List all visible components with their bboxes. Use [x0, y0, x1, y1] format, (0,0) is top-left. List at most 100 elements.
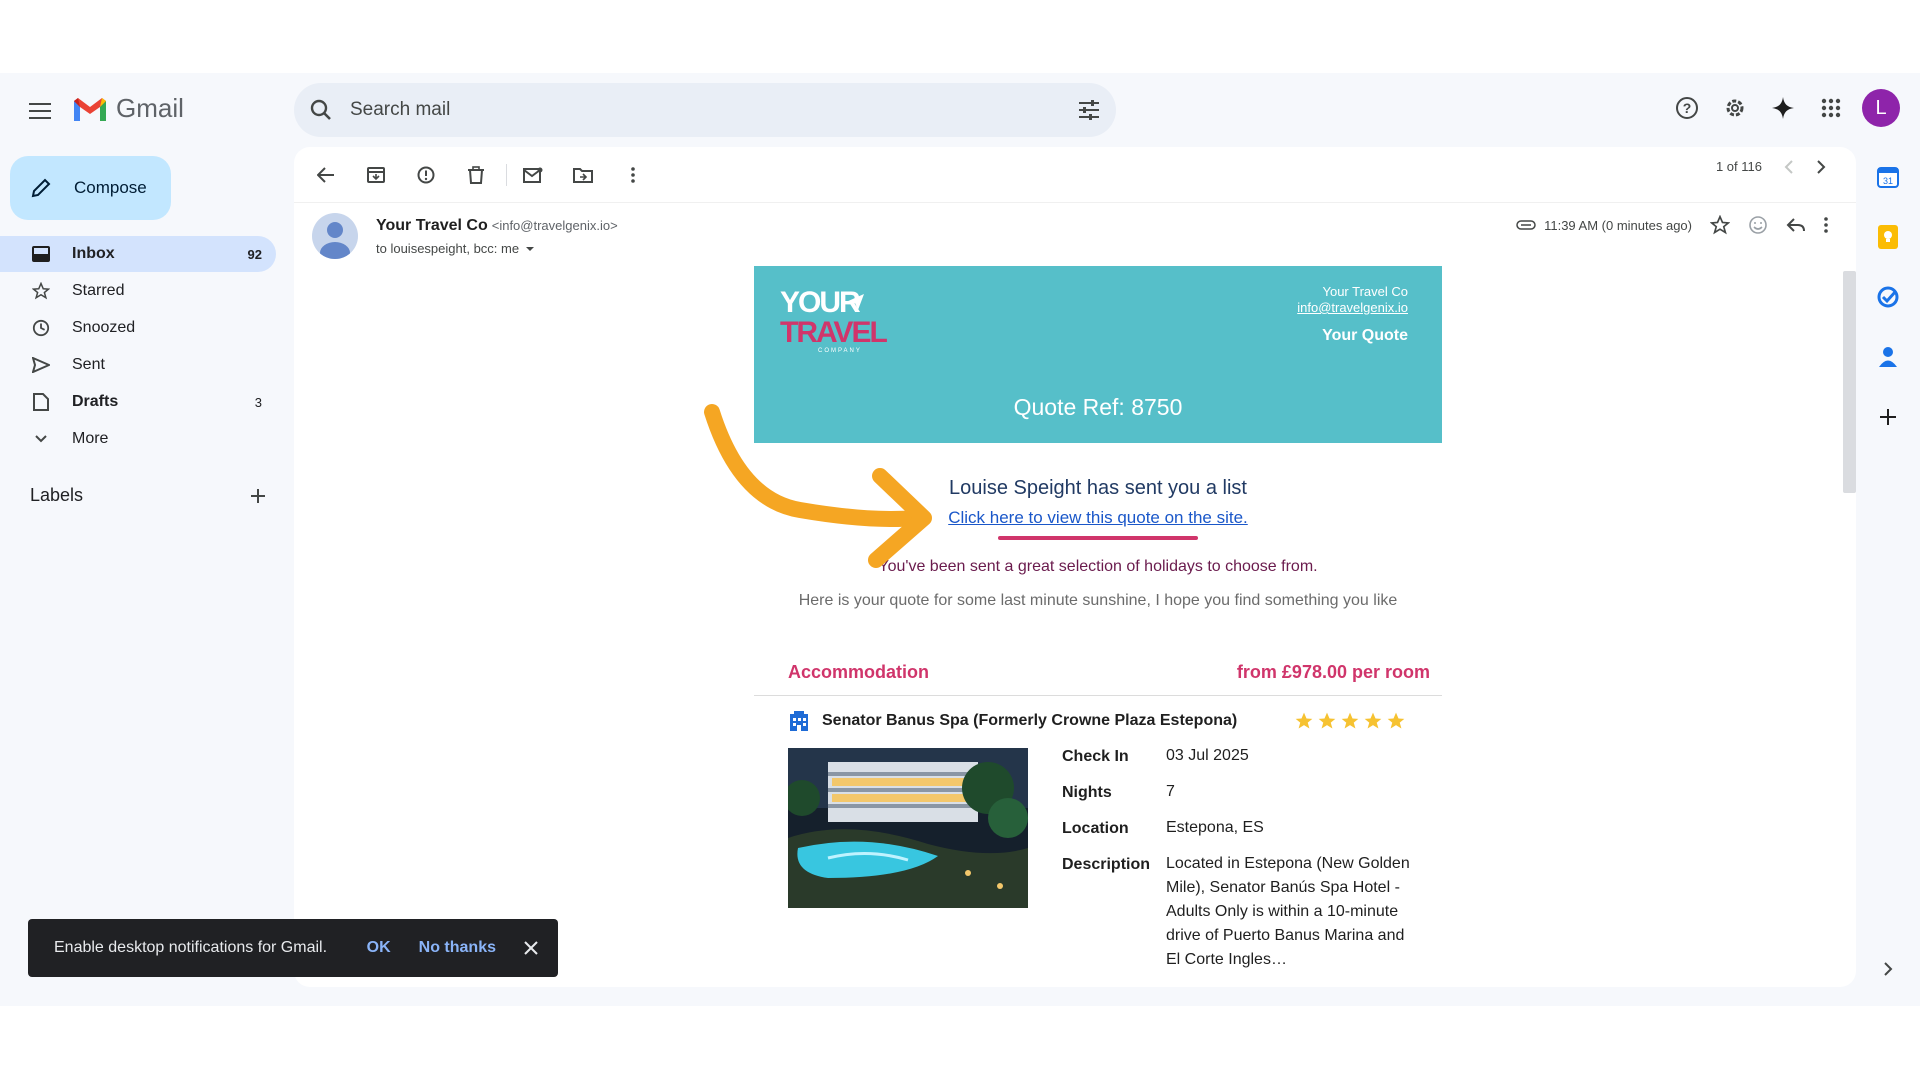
trash-icon: [468, 165, 484, 184]
message-scrollbar[interactable]: [1843, 271, 1856, 493]
gmail-logo[interactable]: Gmail: [72, 93, 184, 124]
get-addons-button[interactable]: [1874, 403, 1902, 431]
star-filled-icon: [1295, 712, 1313, 729]
sender-avatar[interactable]: [312, 213, 358, 259]
hotel-title-row: Senator Banus Spa (Formerly Crowne Plaza…: [754, 710, 1442, 732]
emoji-icon[interactable]: [1748, 215, 1768, 235]
recipients[interactable]: to louisespeight, bcc: me: [376, 241, 535, 256]
compose-button[interactable]: Compose: [10, 156, 171, 220]
expand-panel-button[interactable]: [1874, 955, 1902, 983]
sidebar-item-snoozed[interactable]: Snoozed: [0, 310, 276, 346]
move-to-button[interactable]: [563, 155, 603, 195]
quote-reference: Quote Ref: 8750: [1013, 394, 1183, 420]
chevron-left-icon[interactable]: [1784, 159, 1794, 174]
toast-ok-button[interactable]: OK: [367, 939, 391, 957]
chevron-right-icon: [1884, 962, 1893, 976]
divider: [754, 695, 1442, 696]
gemini-button[interactable]: [1766, 91, 1800, 125]
chevron-right-icon[interactable]: [1816, 159, 1826, 174]
more-actions-button[interactable]: [613, 155, 653, 195]
apps-grid-icon: [1821, 98, 1841, 118]
plus-icon[interactable]: [250, 488, 266, 504]
intro-note: Here is your quote for some last minute …: [798, 592, 1398, 609]
contacts-app-button[interactable]: [1874, 343, 1902, 371]
apps-button[interactable]: [1814, 91, 1848, 125]
star-filled-icon: [1318, 712, 1336, 729]
star-filled-icon: [1364, 712, 1382, 729]
hotel-details: Check In 03 Jul 2025 Nights 7 Location E…: [754, 747, 1442, 987]
company-email-link[interactable]: info@travelgenix.io: [1297, 300, 1408, 316]
email-body: YOUR TRAVEL COMPANY Your Travel Co info@…: [754, 266, 1442, 987]
pager-text: 1 of 116: [1715, 159, 1762, 174]
gmail-app: Gmail Search mail ? L Compose Inbox 92 S…: [0, 73, 1920, 1006]
search-icon[interactable]: [310, 99, 332, 121]
back-button[interactable]: [306, 155, 346, 195]
hamburger-menu-icon: [29, 103, 51, 119]
hotel-name: Senator Banus Spa (Formerly Crowne Plaza…: [822, 712, 1238, 729]
message-meta: 11:39 AM (0 minutes ago): [1516, 215, 1828, 235]
view-quote-link[interactable]: Click here to view this quote on the sit…: [948, 508, 1248, 528]
star-outline-icon[interactable]: [1710, 215, 1730, 235]
sidebar-item-sent[interactable]: Sent: [0, 347, 276, 383]
fact-check-in: Check In 03 Jul 2025: [1062, 747, 1249, 765]
hotel-pool-image: [788, 748, 1028, 908]
toast-message: Enable desktop notifications for Gmail.: [54, 939, 328, 956]
message-pane: 1 of 116 Your Travel Co <info@travelgenix…: [294, 147, 1856, 987]
mark-unread-button[interactable]: [513, 155, 553, 195]
tasks-icon: [1877, 286, 1899, 308]
side-panel: 31: [1856, 147, 1920, 987]
accommodation-title: Accommodation: [788, 662, 930, 682]
delete-button[interactable]: [456, 155, 496, 195]
calendar-app-button[interactable]: 31: [1874, 163, 1902, 191]
sidebar-item-label: Drafts: [72, 393, 119, 410]
labels-title: Labels: [30, 485, 84, 505]
person-icon: [320, 222, 350, 259]
toolbar-divider: [506, 163, 507, 186]
hotel-facts: Check In 03 Jul 2025 Nights 7 Location E…: [1062, 747, 1422, 987]
search-input[interactable]: Search mail: [350, 99, 1078, 121]
account-avatar[interactable]: L: [1862, 89, 1900, 127]
archive-button[interactable]: [356, 155, 396, 195]
sparkle-icon: [1772, 97, 1794, 119]
sidebar-item-drafts[interactable]: Drafts 3: [0, 384, 276, 420]
svg-text:?: ?: [1683, 100, 1692, 116]
sidebar-item-label: Snoozed: [72, 319, 136, 336]
labels-section: Labels: [30, 485, 266, 506]
file-icon: [33, 393, 49, 411]
hotel-rating: [1294, 711, 1406, 731]
quote-label: Your Quote: [1322, 327, 1408, 344]
report-spam-button[interactable]: [406, 155, 446, 195]
support-button[interactable]: ?: [1670, 91, 1704, 125]
star-filled-icon: [1387, 712, 1405, 729]
sidebar-item-inbox[interactable]: Inbox 92: [0, 236, 276, 272]
quote-banner: YOUR TRAVEL COMPANY Your Travel Co info@…: [754, 266, 1442, 443]
sidebar-item-more[interactable]: More: [0, 421, 276, 457]
close-icon: [524, 941, 538, 955]
hotel-photo[interactable]: [788, 748, 1028, 908]
draft-count: 3: [254, 394, 262, 410]
sender-email: <info@travelgenix.io>: [491, 218, 618, 233]
intro-message: You've been sent a great selection of ho…: [878, 558, 1318, 575]
fact-location: Location Estepona, ES: [1062, 819, 1264, 837]
reply-icon[interactable]: [1786, 217, 1806, 233]
pagination: 1 of 116: [1716, 159, 1826, 174]
hotel-building-icon: [790, 711, 808, 731]
attachment-icon: [1516, 220, 1536, 230]
caret-down-icon[interactable]: [525, 246, 535, 252]
intro-title: Louise Speight has sent you a list: [949, 477, 1247, 499]
search-bar[interactable]: Search mail: [294, 83, 1116, 137]
sidebar-item-starred[interactable]: Starred: [0, 273, 276, 309]
sender-name[interactable]: Your Travel Co <info@travelgenix.io>: [376, 217, 618, 235]
toast-no-thanks-button[interactable]: No thanks: [419, 939, 496, 957]
notification-toast: Enable desktop notifications for Gmail. …: [28, 919, 558, 977]
star-icon: [32, 282, 50, 300]
toast-close-button[interactable]: [524, 941, 538, 955]
more-vert-icon[interactable]: [1824, 217, 1828, 233]
search-options-icon[interactable]: [1078, 100, 1100, 120]
company-name: Your Travel Co: [1322, 284, 1408, 299]
settings-button[interactable]: [1718, 91, 1752, 125]
mail-icon: [523, 167, 543, 183]
main-menu-button[interactable]: [24, 95, 56, 127]
tasks-app-button[interactable]: [1874, 283, 1902, 311]
keep-app-button[interactable]: [1874, 223, 1902, 251]
